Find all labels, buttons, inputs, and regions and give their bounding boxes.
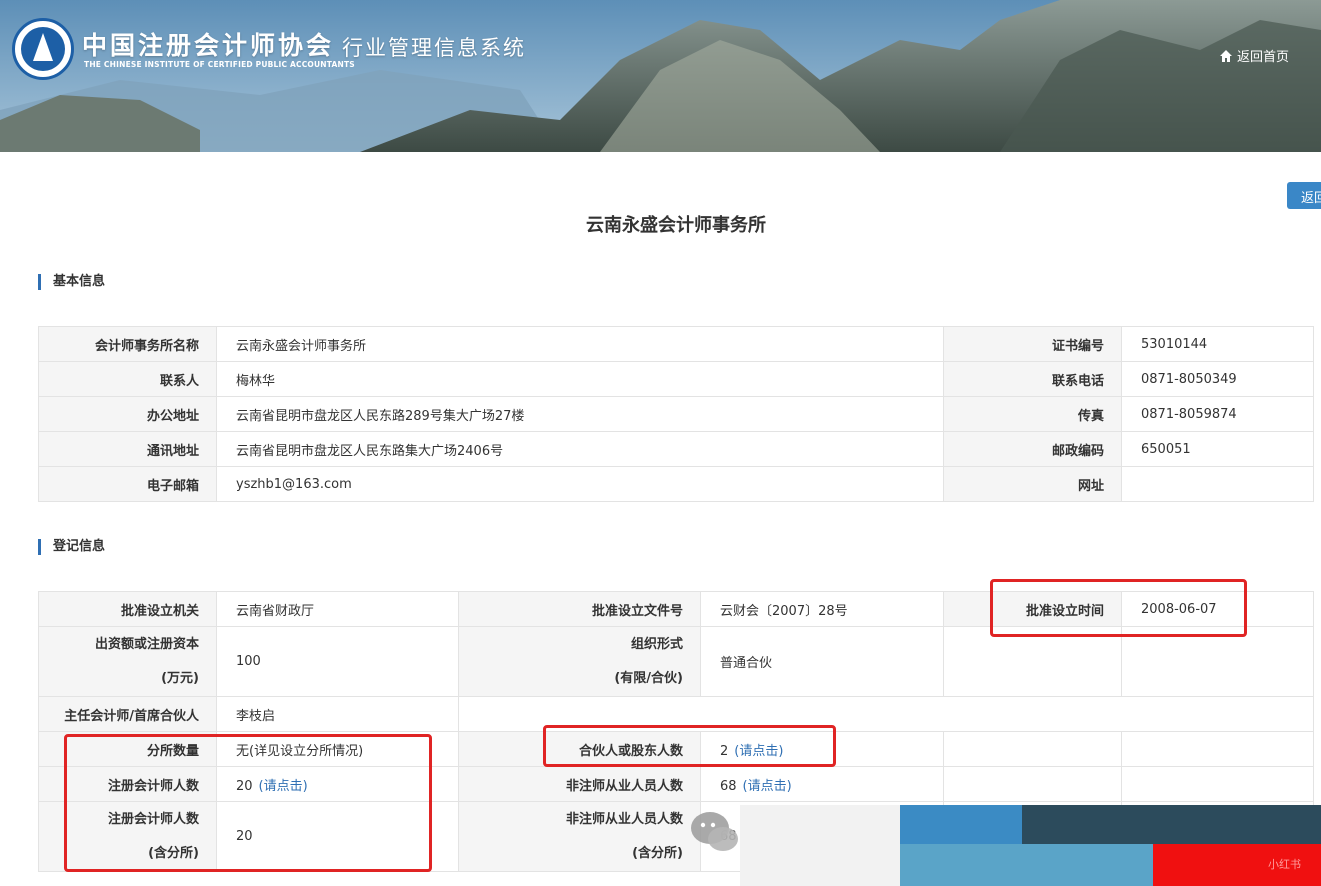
field-label: 注册会计师人数: [38, 766, 217, 802]
non-cpa-count: 68: [720, 778, 737, 794]
basic-info-table: 会计师事务所名称 云南永盛会计师事务所 证书编号 53010144 联系人 梅林…: [38, 326, 1314, 502]
email-value: yszhb1@163.com: [216, 466, 944, 502]
label-line: 非注师从业人员人数: [565, 811, 683, 827]
field-label: 非注师从业人员人数: [458, 766, 701, 802]
field-value: 650051: [1121, 431, 1314, 467]
overlay-block: [1022, 805, 1321, 844]
field-value: 云南永盛会计师事务所: [216, 326, 944, 362]
table-row: 主任会计师/首席合伙人 李枝启: [38, 696, 1314, 732]
field-value: 20: [216, 801, 459, 872]
cicpa-logo: [12, 18, 74, 80]
overlay-block: [900, 805, 1022, 844]
section-title-basic: 基本信息: [38, 274, 105, 290]
field-label: 非注师从业人员人数 (含分所): [458, 801, 701, 872]
field-value: 无(详见设立分所情况): [216, 731, 459, 767]
table-row: 通讯地址 云南省昆明市盘龙区人民东路集大广场2406号 邮政编码 650051: [38, 431, 1314, 467]
field-label: 通讯地址: [38, 431, 217, 467]
cpa-count-link[interactable]: (请点击): [259, 779, 308, 794]
section-title-registration: 登记信息: [38, 539, 105, 555]
table-row: 分所数量 无(详见设立分所情况) 合伙人或股东人数 2 (请点击): [38, 731, 1314, 767]
field-value: [1121, 466, 1314, 502]
field-value: 云南省财政厅: [216, 591, 459, 627]
field-value: 云财会〔2007〕28号: [700, 591, 944, 627]
table-row: 联系人 梅林华 联系电话 0871-8050349: [38, 361, 1314, 397]
field-label: 注册会计师人数 (含分所): [38, 801, 217, 872]
page-title: 云南永盛会计师事务所: [586, 215, 766, 236]
non-cpa-link[interactable]: (请点击): [743, 779, 792, 794]
field-value: 2008-06-07: [1121, 591, 1314, 627]
field-label: 分所数量: [38, 731, 217, 767]
field-label: 证书编号: [943, 326, 1122, 362]
empty-cell: [1121, 766, 1314, 802]
field-label: 组织形式 (有限/合伙): [458, 626, 701, 697]
chat-bubble-icon: [691, 812, 738, 851]
home-link[interactable]: 返回首页: [1219, 46, 1289, 65]
overlay-block: [900, 844, 1153, 886]
empty-cell: [1121, 626, 1314, 697]
table-row: 出资额或注册资本 (万元) 100 组织形式 (有限/合伙) 普通合伙: [38, 626, 1314, 697]
field-value: 2 (请点击): [700, 731, 944, 767]
org-name: 中国注册会计师协会: [82, 31, 335, 60]
field-value: 云南省昆明市盘龙区人民东路集大广场2406号: [216, 431, 944, 467]
label-line: 组织形式: [630, 636, 683, 652]
field-label: 邮政编码: [943, 431, 1122, 467]
label-line: (含分所): [148, 845, 199, 861]
partners-count: 2: [720, 743, 729, 759]
table-row: 会计师事务所名称 云南永盛会计师事务所 证书编号 53010144: [38, 326, 1314, 362]
field-value: 李枝启: [216, 696, 459, 732]
field-value: 100: [216, 626, 459, 697]
label-line: (有限/合伙): [614, 670, 683, 686]
partners-link[interactable]: (请点击): [734, 744, 783, 759]
field-label: 联系人: [38, 361, 217, 397]
field-label: 合伙人或股东人数: [458, 731, 701, 767]
empty-cell: [458, 696, 1314, 732]
field-label: 办公地址: [38, 396, 217, 432]
field-value: 68 (请点击): [700, 766, 944, 802]
overlay-block: [740, 805, 900, 886]
field-label: 传真: [943, 396, 1122, 432]
overlay-strip: [740, 805, 1321, 886]
label-line: 注册会计师人数: [107, 811, 199, 827]
empty-cell: [943, 766, 1122, 802]
label-line: 出资额或注册资本: [94, 636, 199, 652]
field-label: 联系电话: [943, 361, 1122, 397]
field-label: 网址: [943, 466, 1122, 502]
field-label: 出资额或注册资本 (万元): [38, 626, 217, 697]
field-value: 20 (请点击): [216, 766, 459, 802]
field-label: 主任会计师/首席合伙人: [38, 696, 217, 732]
empty-cell: [1121, 731, 1314, 767]
field-label: 批准设立文件号: [458, 591, 701, 627]
field-value: 53010144: [1121, 326, 1314, 362]
field-value: 0871-8059874: [1121, 396, 1314, 432]
field-value: 普通合伙: [700, 626, 944, 697]
header-banner: 中国注册会计师协会 THE CHINESE INSTITUTE OF CERTI…: [0, 0, 1321, 152]
system-name: 行业管理信息系统: [342, 36, 526, 60]
field-value: 0871-8050349: [1121, 361, 1314, 397]
field-value: 云南省昆明市盘龙区人民东路289号集大广场27楼: [216, 396, 944, 432]
table-row: 批准设立机关 云南省财政厅 批准设立文件号 云财会〔2007〕28号 批准设立时…: [38, 591, 1314, 627]
field-label: 会计师事务所名称: [38, 326, 217, 362]
table-row: 办公地址 云南省昆明市盘龙区人民东路289号集大广场27楼 传真 0871-80…: [38, 396, 1314, 432]
table-row: 注册会计师人数 20 (请点击) 非注师从业人员人数 68 (请点击): [38, 766, 1314, 802]
watermark: 小红书: [1268, 858, 1301, 871]
field-label: 电子邮箱: [38, 466, 217, 502]
back-button[interactable]: 返回: [1287, 182, 1321, 209]
org-name-en: THE CHINESE INSTITUTE OF CERTIFIED PUBLI…: [84, 60, 355, 69]
empty-cell: [943, 626, 1122, 697]
cpa-count: 20: [236, 778, 253, 794]
table-row: 电子邮箱 yszhb1@163.com 网址: [38, 466, 1314, 502]
field-label: 批准设立时间: [943, 591, 1122, 627]
mountain-scenery: [0, 0, 1321, 152]
empty-cell: [943, 731, 1122, 767]
label-line: (万元): [161, 670, 199, 686]
field-label: 批准设立机关: [38, 591, 217, 627]
field-value: 梅林华: [216, 361, 944, 397]
home-icon: [1219, 49, 1232, 62]
label-line: (含分所): [632, 845, 683, 861]
home-link-label: 返回首页: [1236, 50, 1289, 65]
